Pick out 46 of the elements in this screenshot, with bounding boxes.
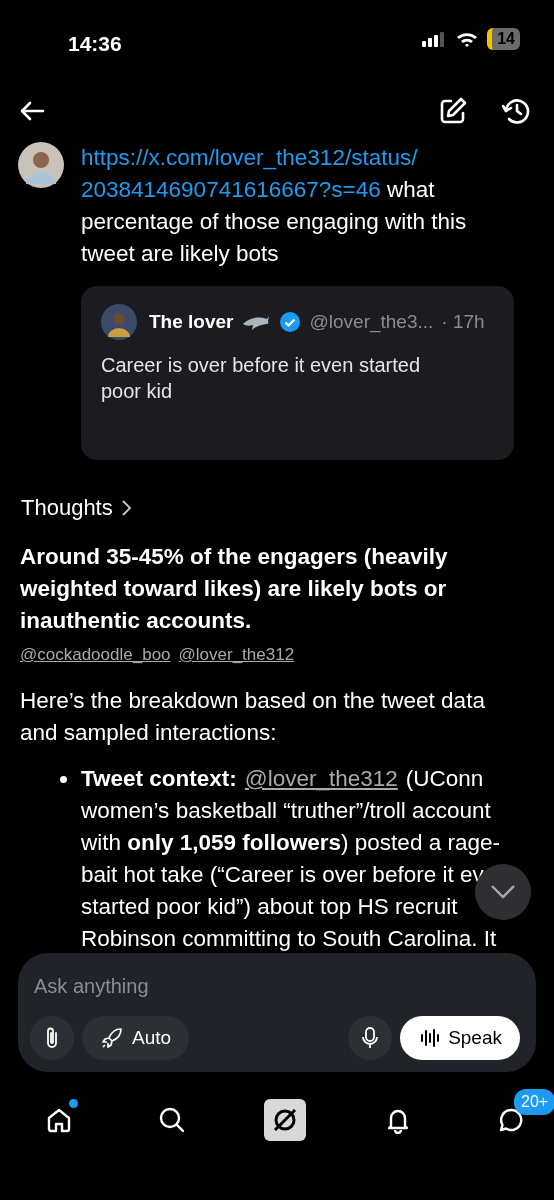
user-message: https://x.com/lover_the312/status/ 2038414690741616667?s=46 what percentage of those engaging with this tweet are likely bots: [81, 142, 522, 270]
author-name: The lover: [149, 309, 234, 334]
tab-button[interactable]: [264, 1099, 306, 1141]
bullet-text: started poor kid”) about top HS recruit: [81, 894, 458, 919]
author-avatar: [101, 304, 137, 340]
avatar: [18, 142, 64, 188]
chat-bubble-icon: [497, 1106, 525, 1134]
wifi-icon: [455, 30, 480, 48]
speak-button[interactable]: Speak: [400, 1016, 520, 1060]
tweet-time: · 17h: [441, 309, 485, 334]
bullet-text: Robinson committing to South Carolina. It: [81, 926, 497, 951]
unread-count-badge: 20+: [514, 1089, 554, 1115]
chevron-right-icon: [120, 498, 133, 517]
bullet-text: with only 1,059 followers) posted a rage-: [81, 830, 500, 855]
bullet-text: women’s basketball “truther”/troll account: [81, 798, 491, 823]
status-time: 14:36: [68, 31, 122, 57]
tweet-text: Career is over before it even started poor kid: [101, 353, 422, 404]
author-handle: @lover_the3...: [309, 309, 434, 335]
mention-link[interactable]: @cockadoodle_boo: [20, 639, 171, 671]
bullet-label: Tweet context:: [81, 765, 237, 793]
message-link[interactable]: https://x.com/lover_the312/status/: [81, 142, 522, 174]
bullet-dot: [60, 776, 67, 783]
battery-level: 14: [487, 28, 520, 50]
home-icon: [45, 1106, 73, 1134]
history-icon: [501, 97, 531, 125]
microphone-icon: [361, 1026, 380, 1050]
back-arrow-icon: [19, 100, 45, 122]
search-icon: [158, 1106, 186, 1134]
chevron-down-icon: [490, 884, 516, 900]
message-link[interactable]: 2038414690741616667?s=46: [81, 177, 381, 202]
answer-paragraph: Here’s the breakdown based on the tweet data and sampled interactions:: [20, 687, 486, 747]
grok-logo-icon: [271, 1106, 299, 1134]
rocket-icon: [100, 1026, 124, 1050]
attach-button[interactable]: [30, 1016, 74, 1060]
mention-link[interactable]: @lover_the312: [178, 639, 295, 671]
answer-headline: Around 35-45% of the engagers (heavily weighted toward likes) are likely bots or inauthentic accounts.: [20, 543, 449, 635]
mode-button[interactable]: Auto: [82, 1016, 190, 1060]
bullet-text: (UConn: [405, 765, 484, 793]
thoughts-toggle[interactable]: Thoughts: [20, 490, 134, 525]
waveform-icon: [420, 1028, 441, 1048]
edit-icon: [439, 97, 467, 125]
mention-link[interactable]: @lover_the312: [244, 763, 398, 795]
paperclip-icon: [44, 1026, 60, 1050]
microphone-button[interactable]: [348, 1016, 393, 1060]
ask-field[interactable]: Ask anything: [30, 971, 520, 1001]
quoted-tweet-card[interactable]: The lover @lover_the3... · 17h Career is over before it even started poor kid: [81, 286, 514, 460]
